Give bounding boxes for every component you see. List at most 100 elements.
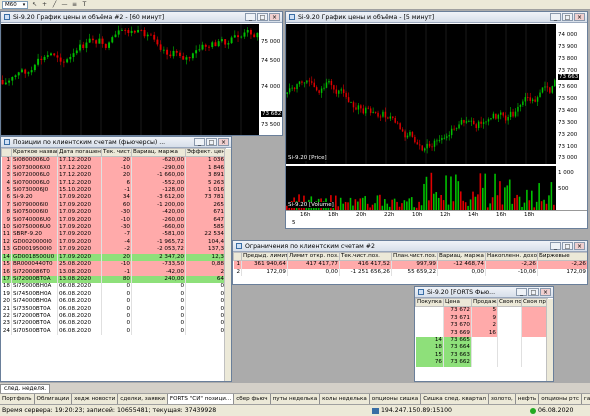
close-button[interactable]: × (540, 288, 551, 296)
table-row[interactable]: 12 GD0020000I0 17.09.2020 -4 -1 965,72 104,4 (1, 238, 226, 247)
column-header[interactable]: Эффект. цен (185, 147, 226, 158)
table-row[interactable]: 8 Si0750006I0 17.09.2020 -30 -420,00 671 (1, 209, 226, 217)
table-row[interactable]: 5 Si0730006J0 15.10.2020 -1 -128,00 1 016 (1, 187, 226, 195)
chart-window-5min[interactable]: Si-9.20 График цены и объёма - [5 минут]… (285, 11, 588, 229)
column-header[interactable]: Тек. чист.поз. (101, 147, 132, 158)
workspace-tab[interactable]: путы неделька (270, 394, 321, 404)
sell-cell[interactable] (471, 337, 498, 345)
table-row[interactable]: 14 GD0018500U0 17.09.2020 20 2 347,20 12,3 (1, 253, 226, 262)
bid-price[interactable]: 73 665 (443, 337, 472, 345)
workspace-tab[interactable]: Сишка след. квартал (421, 394, 489, 404)
sell-cell[interactable] (471, 359, 498, 367)
minimize-button[interactable]: _ (550, 13, 561, 21)
workspace-tab[interactable]: опционы сишка (369, 394, 422, 404)
close-button[interactable]: × (269, 13, 280, 21)
table-row[interactable]: 6 Si-9.20 17.09.2020 34 -3 612,00 73 781 (1, 194, 226, 202)
crosshair-icon[interactable]: + (41, 1, 48, 8)
tab-next-week[interactable]: след. неделя. (0, 384, 51, 393)
column-header[interactable]: Вариац. маржа (131, 147, 186, 158)
ask-row[interactable]: 73 672 5 (415, 306, 548, 315)
column-header[interactable]: Биржевые (537, 251, 587, 262)
column-header[interactable] (1, 147, 12, 158)
column-header[interactable]: Своя пр (521, 297, 548, 308)
maximize-button[interactable]: □ (562, 242, 573, 250)
table-row[interactable]: 2 172,09 0,00 -1 251 656,26 55 659,22 0,00 -10… (233, 268, 587, 277)
workspace-tab[interactable]: нефть (515, 394, 540, 404)
table-row[interactable]: 20 Si74000BH0A 06.08.2020 0 0 0 (1, 298, 226, 306)
ask-price[interactable]: 73 670 (443, 322, 472, 330)
column-header[interactable]: Краткое название (11, 147, 58, 158)
table-row[interactable]: 24 Si70500BT0A 06.08.2020 0 0 0 (1, 327, 226, 336)
maximize-button[interactable]: □ (528, 288, 539, 296)
interval-select[interactable]: M60 ▾ (2, 0, 28, 9)
column-header[interactable]: Дата погашен (57, 147, 102, 158)
maximize-button[interactable]: □ (206, 138, 217, 146)
workspace-tab[interactable]: Облигации (34, 394, 73, 404)
close-button[interactable]: × (574, 242, 585, 250)
bid-volume[interactable]: 15 (415, 351, 444, 360)
table-row[interactable]: 21 Si73500BT0A 06.08.2020 0 0 0 (1, 305, 226, 313)
workspace-tab[interactable]: сделки, заявки (118, 394, 168, 404)
table-row[interactable]: 16 Si7200086T0 13.08.2020 -1 -42,00 2 (1, 268, 226, 276)
ask-volume[interactable]: 2 (471, 322, 498, 330)
price-chart-60min[interactable] (1, 24, 259, 136)
table-row[interactable]: 10 Si0750006U0 17.09.2020 -30 -660,00 585 (1, 224, 226, 232)
bid-volume[interactable]: 18 (415, 344, 444, 352)
bid-row[interactable]: 18 73 664 (415, 344, 548, 352)
bid-row[interactable]: 14 73 665 (415, 337, 548, 345)
column-header[interactable]: Предыд. лимит (241, 251, 288, 262)
bid-price[interactable]: 73 664 (443, 344, 472, 352)
table-row[interactable]: 1 Si0800006L0 17.12.2020 20 -620,00 1 036 (1, 156, 226, 165)
limits-window[interactable]: Ограничения по клиентским счетам #2 _ □ × … (232, 240, 588, 285)
table-row[interactable]: 22 Si72000BT0A 06.08.2020 0 0 0 (1, 312, 226, 321)
buy-cell[interactable] (415, 314, 444, 323)
column-header[interactable]: План.чист.поз. (391, 251, 438, 262)
minimize-button[interactable]: _ (245, 13, 256, 21)
sell-cell[interactable] (471, 351, 498, 360)
table-row[interactable]: 17 Si72000BT0A 13.08.2020 80 240,00 64 (1, 275, 226, 284)
text-icon[interactable]: T (81, 1, 88, 8)
bid-price[interactable]: 73 663 (443, 351, 472, 360)
fib-icon[interactable]: ≡ (71, 1, 78, 8)
orderbook-scrollbar[interactable] (546, 299, 553, 381)
line-icon[interactable]: ╱ (51, 1, 58, 8)
ask-row[interactable]: 73 671 9 (415, 314, 548, 323)
column-header[interactable] (233, 251, 242, 262)
buy-cell[interactable] (415, 322, 444, 330)
orderbook-window[interactable]: Si-9.20 [FORTS Фью... _ □ × Покупка Цена Про… (414, 286, 554, 382)
positions-titlebar[interactable]: Позиции по клиентским счетам (фьючерсы) … (1, 137, 231, 148)
table-row[interactable]: 3 Si0720006L0 17.12.2020 20 -1 660,00 3 891 (1, 172, 226, 180)
maximize-button[interactable]: □ (257, 13, 268, 21)
column-header[interactable]: Накопленн. доход (485, 251, 538, 262)
limits-titlebar[interactable]: Ограничения по клиентским счетам #2 _ □ × (233, 241, 587, 252)
column-header[interactable]: Вариац. маржа (437, 251, 486, 262)
maximize-button[interactable]: □ (562, 13, 573, 21)
column-header[interactable]: Своя по (497, 297, 522, 308)
workspace-tab[interactable]: FORTS "СИ" позици... (167, 394, 235, 404)
ask-volume[interactable]: 16 (471, 329, 498, 338)
column-header[interactable]: Лимит откр. поз. (287, 251, 340, 262)
table-row[interactable]: 11 SBRF-9.20 17.09.2020 -7 -581,00 22 534 (1, 231, 226, 239)
cursor-icon[interactable]: ↖ (31, 1, 38, 8)
table-row[interactable]: 15 BR0000440T0 25.08.2020 -10 -733,50 0,88 (1, 261, 226, 269)
column-header[interactable]: Продажа (471, 297, 498, 308)
ask-price[interactable]: 73 671 (443, 314, 472, 323)
ask-row[interactable]: 73 670 2 (415, 322, 548, 330)
table-row[interactable]: 19 Si74500BH0A 06.08.2020 0 0 0 (1, 290, 226, 299)
table-row[interactable]: 18 Si75000BH0A 06.08.2020 0 0 0 (1, 283, 226, 291)
minimize-button[interactable]: _ (550, 242, 561, 250)
table-row[interactable]: 4 Si0700006L0 17.12.2020 6 -552,00 5 263 (1, 179, 226, 188)
chart2-titlebar[interactable]: Si-9.20 График цены и объёма - [5 минут]… (286, 12, 587, 23)
bid-volume[interactable]: 76 (415, 359, 444, 367)
table-row[interactable]: 7 Si0790006I0 17.09.2020 60 -1 200,00 265 (1, 201, 226, 210)
table-row[interactable]: 1 361 940,64 417 417,77 416 417,52 997,99 -12… (233, 260, 587, 269)
column-header[interactable]: Цена (443, 297, 472, 308)
hline-icon[interactable]: — (61, 1, 68, 8)
workspace-tab[interactable]: колы неделька (320, 394, 370, 404)
orderbook-titlebar[interactable]: Si-9.20 [FORTS Фью... _ □ × (415, 287, 553, 298)
bid-row[interactable]: 15 73 663 (415, 351, 548, 360)
close-button[interactable]: × (574, 13, 585, 21)
bid-volume[interactable]: 14 (415, 337, 444, 345)
minimize-button[interactable]: _ (516, 288, 527, 296)
ask-price[interactable]: 73 672 (443, 306, 472, 315)
